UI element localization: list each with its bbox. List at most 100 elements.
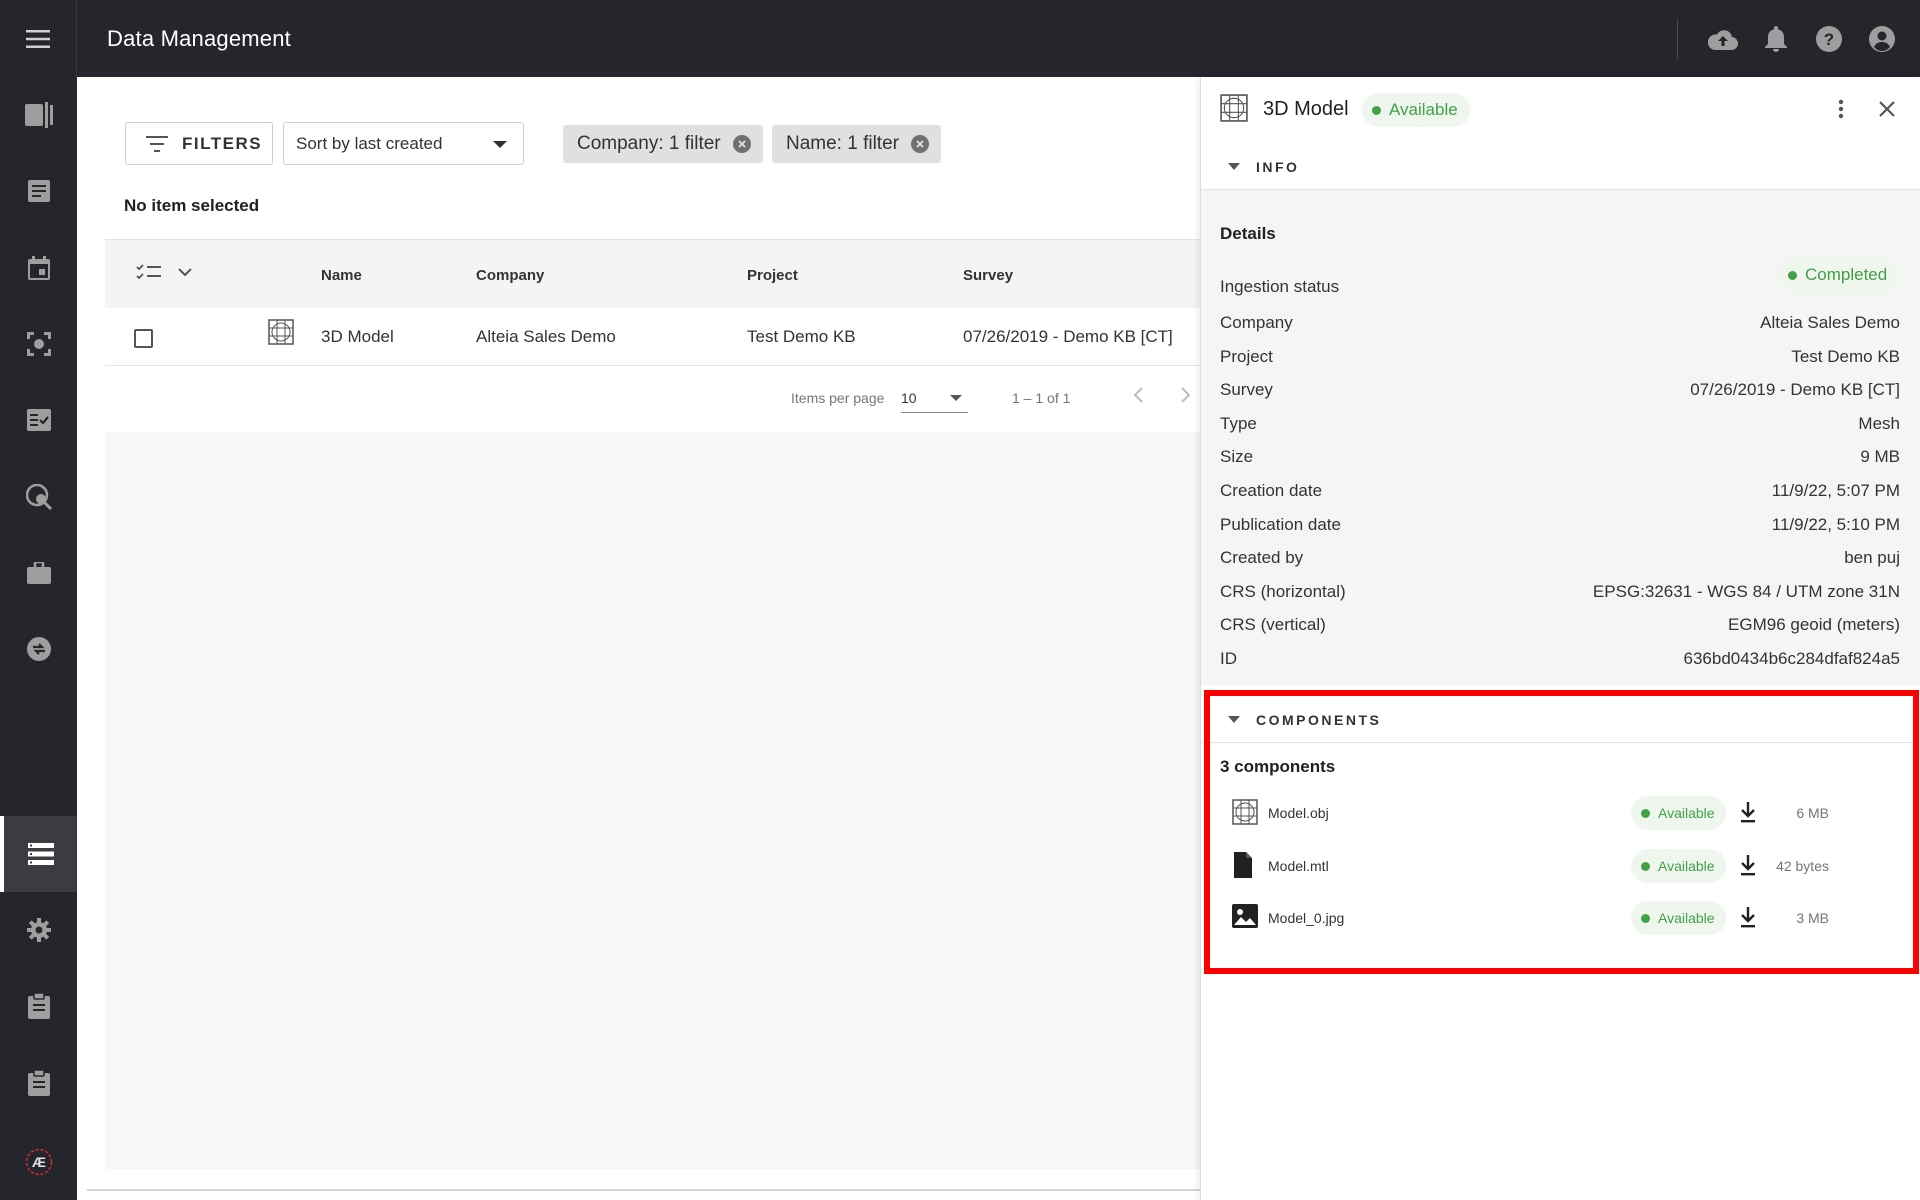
filter-chip-name[interactable]: Name: 1 filter [772,125,941,163]
chip-label: Company: 1 filter [577,133,721,154]
book-icon [24,102,53,128]
hamburger-icon [26,29,50,48]
column-header-survey[interactable]: Survey [963,267,1013,284]
nav-item-settings[interactable] [0,892,77,968]
detail-key: ID [1220,649,1237,668]
column-header-project[interactable]: Project [747,267,798,284]
status-label: Available [1389,100,1458,119]
detail-value: Alteia Sales Demo [1760,313,1900,332]
account-button[interactable] [1855,12,1908,65]
svg-text:?: ? [1823,30,1833,49]
select-all-button[interactable] [136,264,162,287]
nav-item-scan[interactable] [0,306,77,382]
status-badge: Available [1362,93,1470,127]
previous-page-button[interactable] [1129,385,1149,408]
ingestion-status-badge: Completed [1778,258,1900,292]
detail-value: Test Demo KB [1791,347,1900,366]
detail-row: CRS (horizontal) EPSG:32631 - WGS 84 / UT… [1220,582,1900,606]
detail-key: Company [1220,313,1293,332]
help-button[interactable]: ? [1802,12,1855,65]
panel-title: 3D Model [1263,98,1349,120]
clipboard-icon [27,1070,50,1096]
column-header-name[interactable]: Name [321,267,362,284]
chip-label: Name: 1 filter [786,133,899,154]
table-row[interactable]: 3D Model Alteia Sales Demo Test Demo KB … [105,308,1200,366]
notifications-button[interactable] [1749,12,1802,65]
sort-select[interactable]: Sort by last created [283,122,524,165]
select-menu-button[interactable] [177,264,193,285]
svg-text:Æ: Æ [32,1154,46,1170]
detail-key: Publication date [1220,515,1341,534]
nav-item-clipboard-1[interactable] [0,968,77,1044]
detail-panel: 3D Model Available INFO Details Ingestio… [1200,77,1920,1200]
detail-row: Creation date 11/9/22, 5:07 PM [1220,481,1900,505]
more-options-button[interactable] [1829,97,1853,126]
chip-remove-icon[interactable] [732,135,751,153]
cloud-upload-icon [1707,29,1738,50]
filters-button[interactable]: FILTERS [125,122,273,165]
chevron-down-icon [493,141,507,148]
nav-item-calendar[interactable] [0,230,77,306]
items-per-page-label: Items per page [791,390,885,406]
detail-key: Creation date [1220,481,1323,500]
cell-survey: 07/26/2019 - Demo KB [CT] [963,327,1173,346]
chip-remove-icon[interactable] [910,135,929,153]
menu-button[interactable] [0,0,77,77]
filter-chip-company[interactable]: Company: 1 filter [563,125,763,163]
info-section-body: Details Ingestion status Completed Compa… [1201,190,1920,685]
detail-value: ben puj [1844,548,1900,567]
detail-row: Created by ben puj [1220,548,1900,572]
storage-icon [27,843,54,865]
detail-key: Created by [1220,548,1304,567]
cell-project: Test Demo KB [747,327,856,346]
nav-item-data-management[interactable] [0,816,77,892]
items-per-page-value: 10 [901,390,917,406]
more-vert-icon [1838,99,1844,119]
page-range: 1 – 1 of 1 [1012,390,1071,406]
detail-value: 636bd0434b6c284dfaf824a5 [1683,649,1901,668]
detail-value: 11/9/22, 5:07 PM [1771,481,1900,500]
items-per-page-select[interactable]: 10 [901,387,968,413]
info-section-label: INFO [1256,158,1300,175]
nav-item-library[interactable] [0,77,77,153]
details-title: Details [1220,224,1276,243]
nav-item-tasks[interactable] [0,382,77,458]
nav-item-explore[interactable] [0,459,77,535]
calendar-icon [27,256,50,280]
detail-value: EPSG:32631 - WGS 84 / UTM zone 31N [1592,582,1900,601]
left-nav-rail: Æ [0,77,77,1200]
paginator: Items per page 10 1 – 1 of 1 [77,377,1200,417]
detail-value: 9 MB [1860,447,1900,466]
detail-key: CRS (horizontal) [1220,582,1346,601]
detail-value: 11/9/22, 5:10 PM [1771,515,1900,534]
detail-key: Size [1220,447,1254,466]
panel-header: 3D Model Available [1201,77,1920,143]
detail-row: CRS (vertical) EGM96 geoid (meters) [1220,615,1900,639]
nav-item-sync[interactable] [0,611,77,687]
info-section-toggle[interactable]: INFO [1201,144,1920,190]
filters-label: FILTERS [182,133,263,153]
nav-item-clipboard-2[interactable] [0,1045,77,1121]
close-panel-button[interactable] [1875,97,1899,126]
column-header-company[interactable]: Company [476,267,544,284]
report-icon [27,180,50,202]
detail-row: Project Test Demo KB [1220,347,1900,371]
briefcase-icon [26,562,51,584]
detail-key: Type [1220,414,1257,433]
next-page-button[interactable] [1175,385,1195,408]
nav-item-reports[interactable] [0,153,77,229]
status-dot [1788,270,1797,280]
ingestion-status-label: Completed [1805,265,1888,284]
nav-item-projects[interactable] [0,535,77,611]
chevron-down-icon [950,395,962,401]
row-checkbox[interactable] [134,329,153,348]
checklist-icon [26,409,51,431]
help-icon: ? [1815,25,1842,52]
logo-icon: Æ [25,1148,52,1176]
cell-company: Alteia Sales Demo [476,327,616,346]
cloud-upload-button[interactable] [1696,12,1749,65]
mesh-icon [268,319,294,345]
selection-status: No item selected [124,196,260,215]
nav-item-logo[interactable]: Æ [0,1124,77,1200]
detail-key: Project [1220,347,1273,366]
